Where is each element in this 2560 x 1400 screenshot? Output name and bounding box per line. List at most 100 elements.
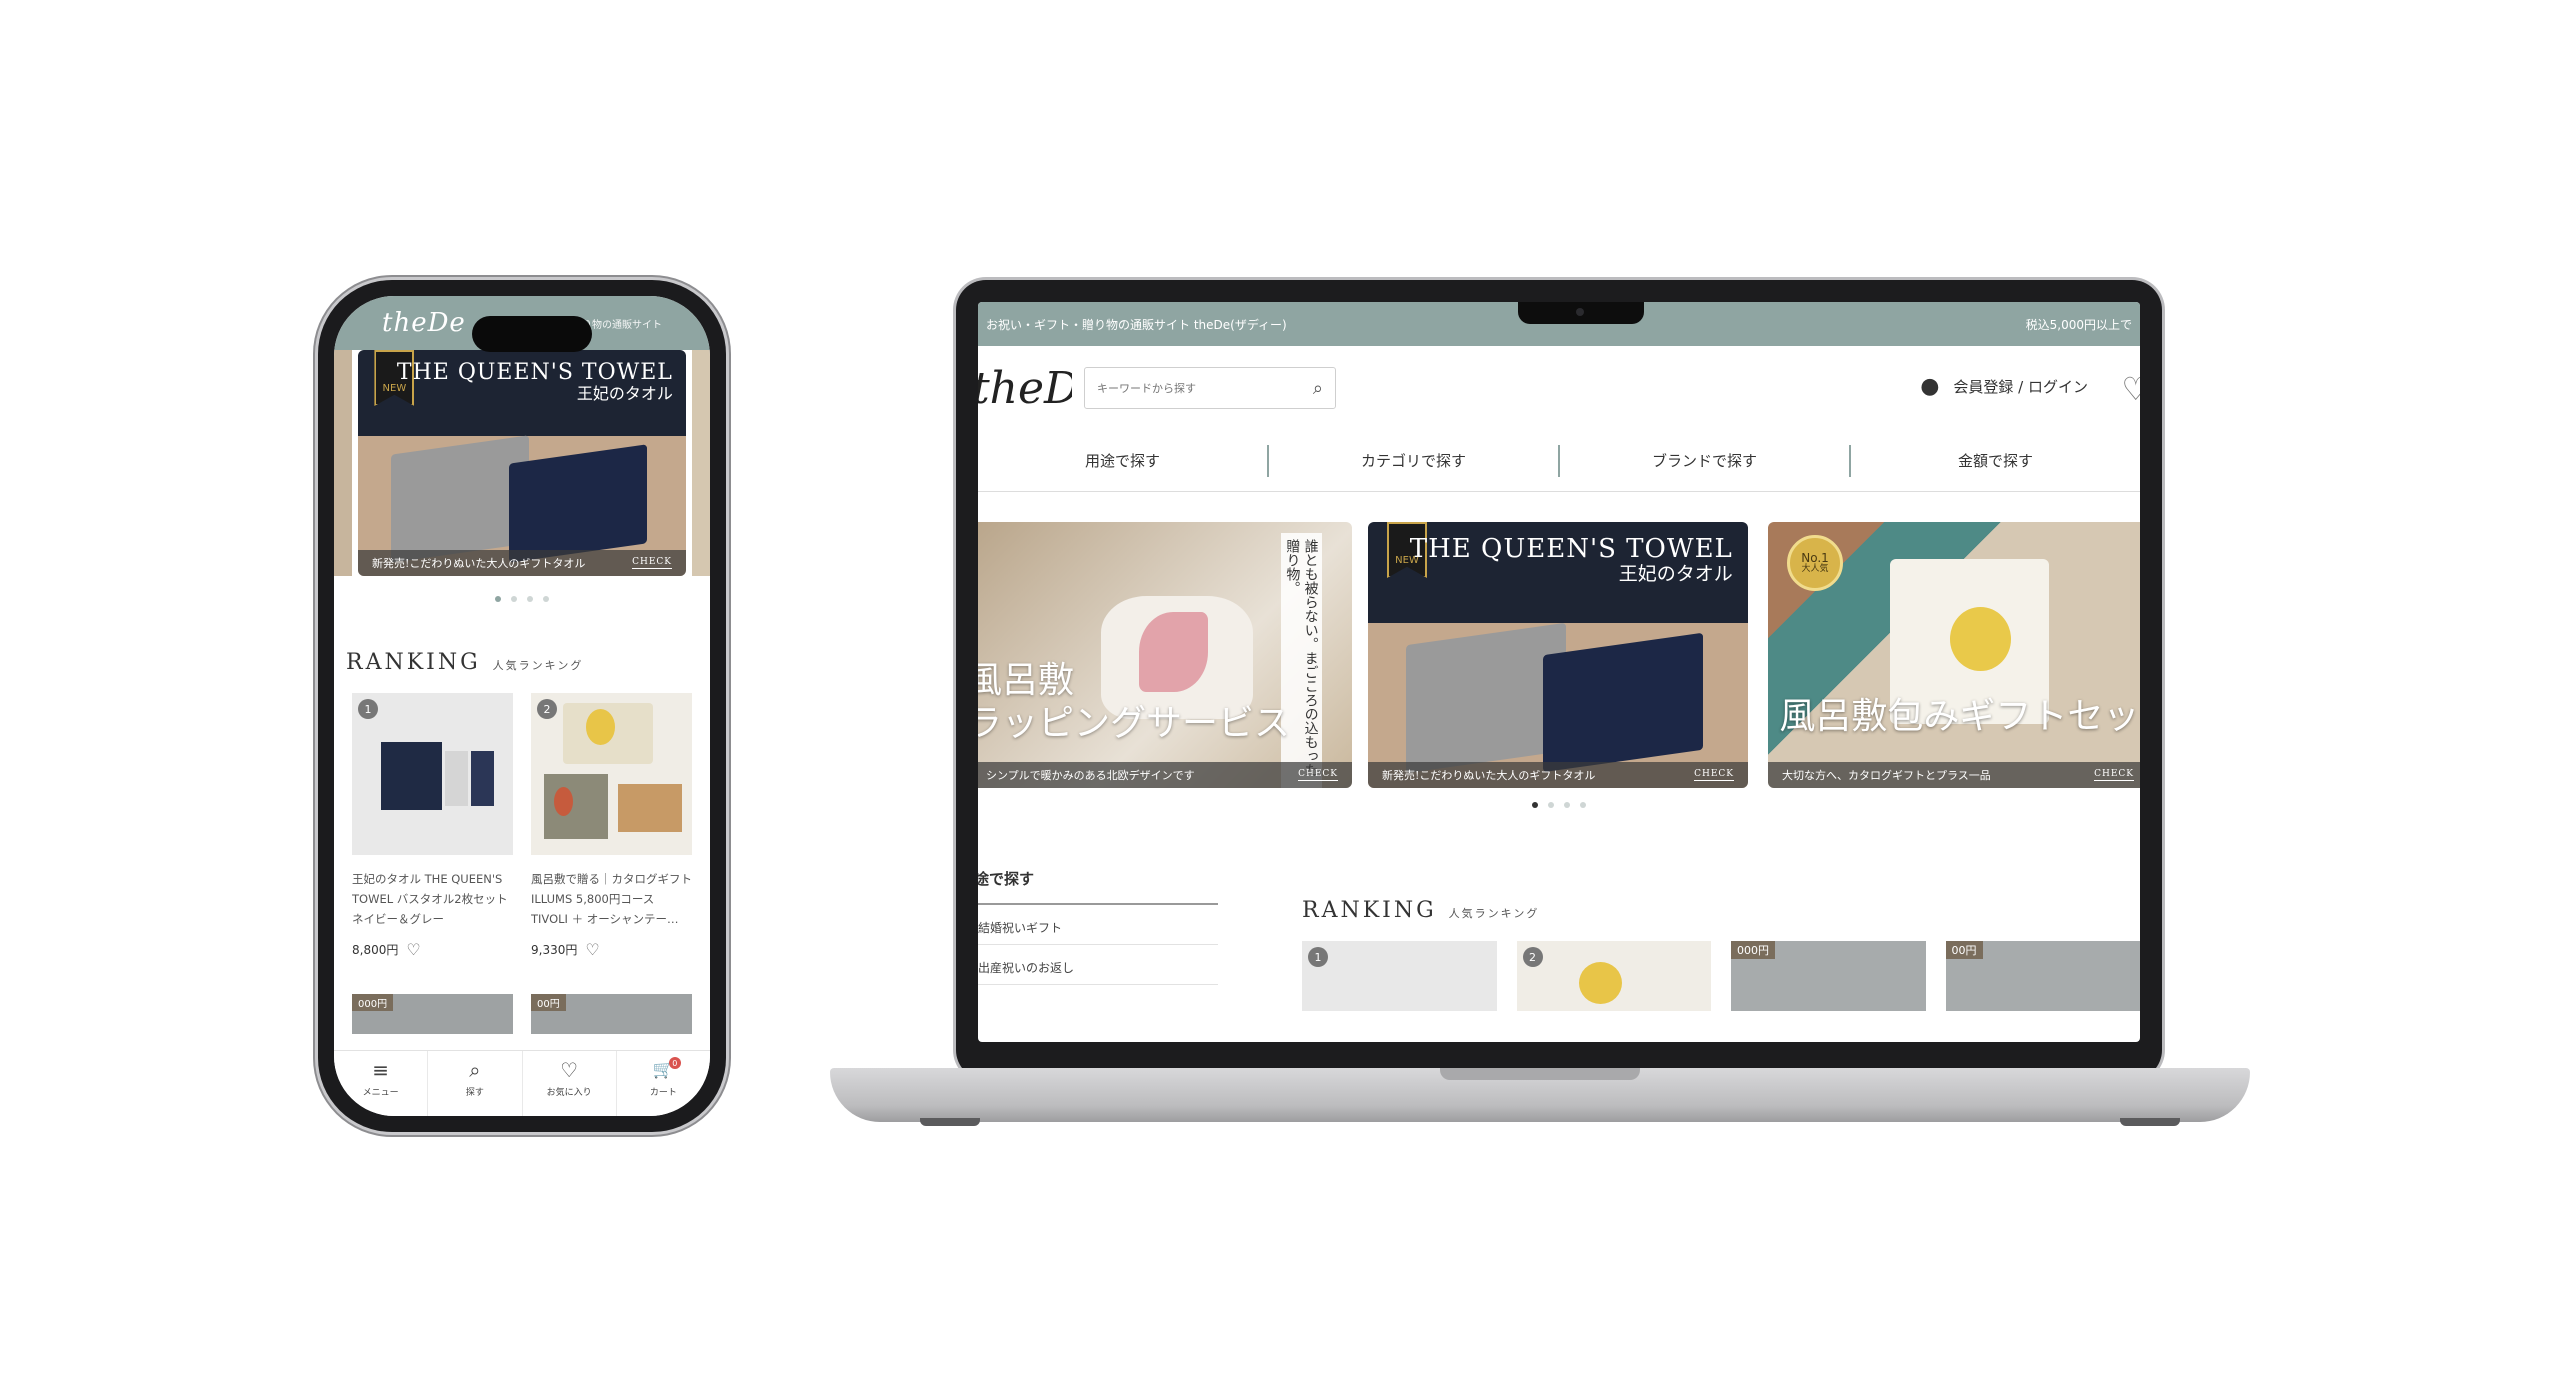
tab-label: お気に入り (546, 1088, 592, 1098)
price-tag: 00円 (531, 994, 566, 1011)
carousel-dot[interactable] (511, 596, 517, 602)
device-mockup-stage: theDe 贈り物の通販サイト NEW THE QUEEN'S TOWEL 王妃… (0, 0, 2560, 1400)
sidebar-item[interactable]: 結婚祝いギフト (978, 905, 1218, 945)
price-row: 8,800円 ♡ (352, 941, 513, 958)
laptop-lower-section: 途で探す 結婚祝いギフト 出産祝いのお返し RANKING 人気ランキング 1 (978, 868, 2140, 1011)
no1-badge-icon: No.1 大人気 (1787, 535, 1843, 592)
banner-furoshiki-wrapping[interactable]: 誰とも被らない。まごころの込もった贈り物。 風呂敷 ラッピングサービス シンプル… (978, 522, 1352, 788)
tab-cart[interactable]: 🛒 0 カート (617, 1051, 710, 1116)
heart-icon[interactable]: ♡ (406, 941, 420, 958)
search-box[interactable]: ⌕ (1084, 367, 1336, 409)
ranking-heading: RANKING 人気ランキング (1302, 898, 2140, 923)
tab-label: カート (649, 1088, 677, 1098)
nav-by-category[interactable]: カテゴリで探す (1269, 444, 1560, 477)
search-icon[interactable]: ⌕ (1313, 378, 1323, 399)
product-price: 8,800円 (352, 943, 399, 957)
laptop-banner-carousel[interactable]: 誰とも被らない。まごころの込もった贈り物。 風呂敷 ラッピングサービス シンプル… (978, 522, 2140, 804)
laptop-base (830, 1068, 2250, 1122)
product-image-furoshiki[interactable]: 2 (531, 693, 692, 855)
tab-menu[interactable]: ≡ メニュー (334, 1051, 429, 1116)
banner-caption-text: シンプルで暖かみのある北欧デザインです (986, 769, 1195, 782)
tab-search[interactable]: ⌕ 探す (428, 1051, 523, 1116)
favorite-heart-icon[interactable]: ♡ (2121, 370, 2140, 408)
banner-furoshiki-gift-set[interactable]: No.1 大人気 風呂敷包みギフトセット 大切な方へ、カタログギフトとプラス一品… (1768, 522, 2140, 788)
heart-icon[interactable]: ♡ (585, 941, 599, 958)
nav-by-purpose[interactable]: 用途で探す (978, 444, 1269, 477)
site-logo[interactable]: theDe (978, 363, 1072, 414)
search-input[interactable] (1097, 381, 1287, 395)
banner-title-en: THE QUEEN'S TOWEL (396, 360, 673, 386)
gift-box-navy (380, 741, 443, 810)
heart-icon: ♡ (560, 1058, 579, 1082)
banner-check-link[interactable]: CHECK (1694, 769, 1734, 781)
banner-caption-text: 新発売!こだわりぬいた大人のギフトタオル (1382, 769, 1596, 782)
carousel-dot[interactable] (495, 596, 501, 602)
rank-badge: 2 (537, 699, 557, 719)
lemon-print (1578, 962, 1622, 1004)
grey-towel-roll (445, 751, 468, 807)
ranking-card[interactable]: 2 風呂敷で贈る｜カタログギフト ILLUMS 5,800円コース TIVOLI… (531, 693, 692, 958)
ranking-card-thumb[interactable]: 2 (1516, 941, 1711, 1011)
rank-badge: 2 (1522, 947, 1543, 967)
banner-queens-towel[interactable]: NEW THE QUEEN'S TOWEL 王妃のタオル 新発売!こだわりぬいた… (358, 350, 686, 576)
ranking-card-thumb[interactable]: 000円 (352, 994, 513, 1034)
price-row: 9,330円 ♡ (531, 941, 692, 958)
banner-check-link[interactable]: CHECK (2094, 769, 2134, 781)
banner-caption-text: 大切な方へ、カタログギフトとプラス一品 (1782, 769, 1991, 782)
gift-set-image: No.1 大人気 風呂敷包みギフトセット 大切な方へ、カタログギフトとプラス一品… (1768, 522, 2140, 788)
phone-banner-carousel[interactable]: NEW THE QUEEN'S TOWEL 王妃のタオル 新発売!こだわりぬいた… (334, 350, 710, 586)
ranking-card-thumb[interactable]: 00円 (1945, 941, 2140, 1011)
ranking-card[interactable]: 1 王妃のタオル THE QUEEN'S TOWEL バスタオル2枚セット ネイ… (352, 693, 513, 958)
banner-title-jp: 王妃のタオル (1618, 562, 1733, 585)
laptop-header: theDe ⌕ ● 会員登録 / ログイン ♡ (978, 346, 2140, 430)
lemon-print (585, 709, 615, 745)
banner-check-link[interactable]: CHECK (1298, 769, 1338, 781)
product-name[interactable]: 風呂敷で贈る｜カタログギフト ILLUMS 5,800円コース TIVOLI ＋… (531, 869, 692, 929)
badge-line2: 大人気 (1801, 563, 1829, 574)
gift-headline: 風呂敷包みギフトセット (1779, 695, 2140, 737)
navy-towel (1542, 633, 1703, 773)
product-name[interactable]: 王妃のタオル THE QUEEN'S TOWEL バスタオル2枚セット ネイビー… (352, 869, 513, 929)
ranking-subtitle: 人気ランキング (492, 659, 584, 672)
ranking-grid-row2: 000円 00円 (346, 994, 698, 1034)
sidebar-by-purpose: 途で探す 結婚祝いギフト 出産祝いのお返し (978, 868, 1218, 1011)
queens-towel-image: NEW THE QUEEN'S TOWEL 王妃のタオル 新発売!こだわりぬいた… (358, 350, 686, 576)
user-icon: ● (1920, 374, 1940, 399)
carousel-dot[interactable] (543, 596, 549, 602)
headline-line2: ラッピングサービス (978, 702, 1291, 744)
banner-caption: 新発売!こだわりぬいた大人のギフトタオル CHECK (358, 550, 686, 576)
product-image-towel[interactable]: 1 (352, 693, 513, 855)
register-login-link[interactable]: 会員登録 / ログイン (1953, 376, 2088, 397)
ranking-card-thumb[interactable]: 000円 (1731, 941, 1926, 1011)
price-tag: 000円 (1731, 941, 1775, 959)
banner-title: THE QUEEN'S TOWEL 王妃のタオル (1410, 535, 1733, 584)
laptop-ranking-section: RANKING 人気ランキング 1 2 000円 00円 (1302, 898, 2140, 1011)
grey-towel (1406, 622, 1566, 773)
ranking-title: RANKING (1302, 898, 1437, 923)
carousel-dot[interactable] (527, 596, 533, 602)
fabric-swatch (543, 774, 609, 839)
navy-towel (508, 444, 647, 564)
sidebar-item[interactable]: 出産祝いのお返し (978, 945, 1218, 985)
smartphone-mockup: theDe 贈り物の通販サイト NEW THE QUEEN'S TOWEL 王妃… (318, 280, 726, 1132)
dynamic-island (472, 316, 592, 352)
nav-by-price[interactable]: 金額で探す (1851, 445, 2140, 477)
banner-peek-right (692, 350, 710, 576)
product-price: 9,330円 (531, 943, 578, 957)
laptop-foot (2120, 1118, 2180, 1126)
laptop-foot (920, 1118, 980, 1126)
ranking-card-thumb[interactable]: 1 (1302, 941, 1497, 1011)
tab-favorites[interactable]: ♡ お気に入り (523, 1051, 617, 1116)
ranking-subtitle: 人気ランキング (1448, 907, 1540, 920)
ranking-heading: RANKING 人気ランキング (346, 650, 698, 675)
cart-count-badge: 0 (668, 1057, 681, 1069)
ranking-card-thumb[interactable]: 00円 (531, 994, 692, 1034)
account-link[interactable]: ● 会員登録 / ログイン (1920, 374, 2088, 399)
banner-peek-left (334, 350, 352, 576)
banner-queens-towel[interactable]: NEW THE QUEEN'S TOWEL 王妃のタオル 新発売!こだわりぬいた… (1368, 522, 1748, 788)
banner-check-link[interactable]: CHECK (632, 557, 672, 569)
fabric-pattern (553, 786, 573, 817)
nav-by-brand[interactable]: ブランドで探す (1560, 444, 1851, 477)
phone-logo[interactable]: theDe (382, 308, 466, 338)
laptop-mockup: お祝い・ギフト・贈り物の通販サイト theDe(ザディー) 税込5,000円以上… (956, 280, 2162, 1080)
